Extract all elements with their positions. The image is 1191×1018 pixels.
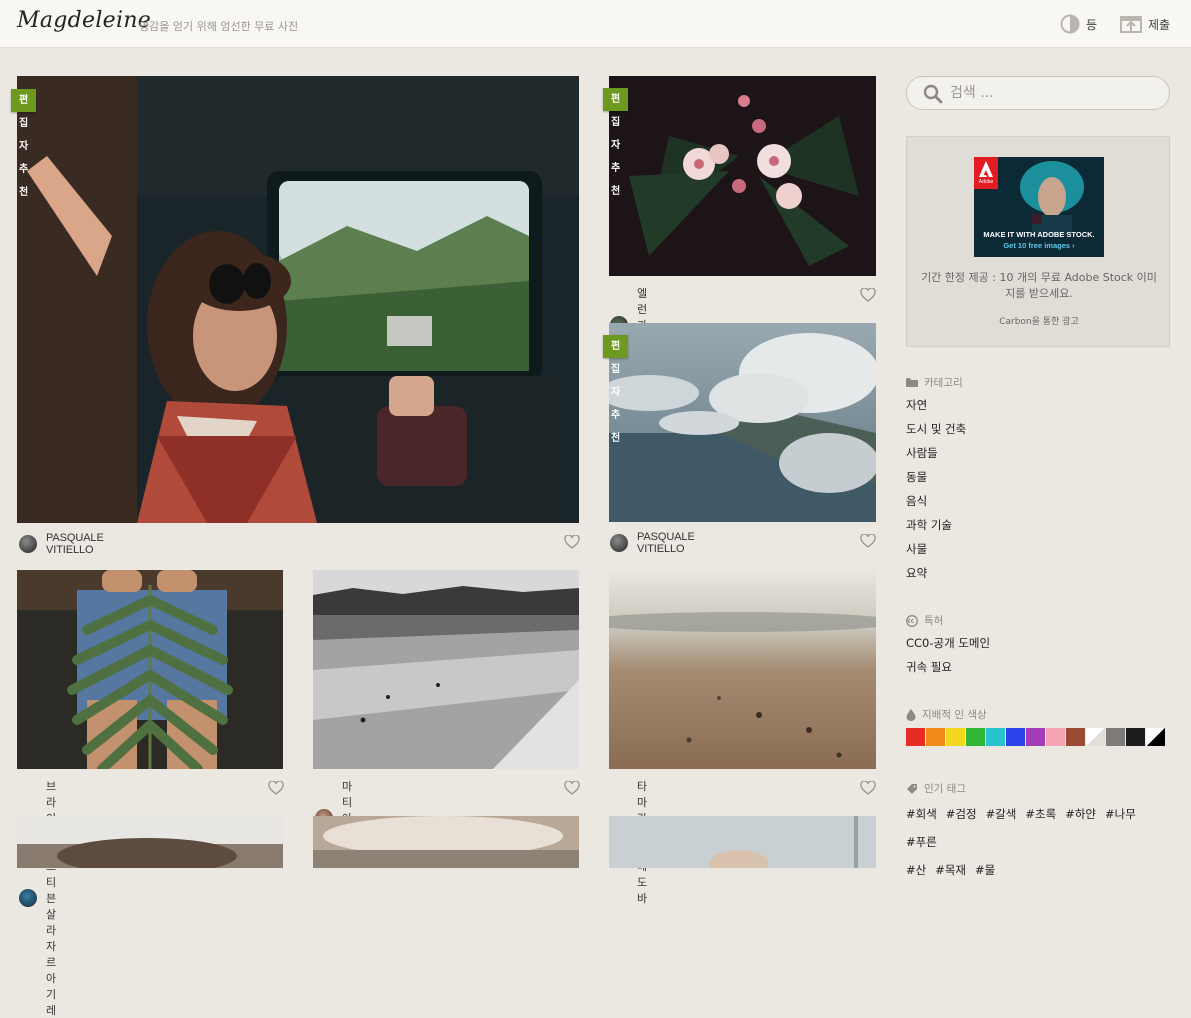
category-item[interactable]: 과학 기술 <box>906 513 966 537</box>
search-box[interactable] <box>906 76 1170 110</box>
search-input[interactable] <box>950 83 1150 103</box>
photo-woman-in-car[interactable] <box>17 76 579 523</box>
upload-icon <box>1120 16 1142 33</box>
adobe-logo-icon <box>979 161 993 177</box>
color-swatch[interactable] <box>906 728 925 746</box>
tag-link[interactable]: #물 <box>975 863 995 877</box>
categories-title: 카테고리 <box>924 377 963 389</box>
color-swatch[interactable] <box>1086 728 1105 746</box>
heart-icon[interactable] <box>860 781 876 795</box>
license-list: CC0-공개 도메인 귀속 필요 <box>906 631 990 679</box>
heart-icon[interactable] <box>268 781 284 795</box>
colors-title: 지배적 인 색상 <box>922 709 987 721</box>
color-swatch[interactable] <box>1146 728 1165 746</box>
ad-via-carbon[interactable]: Carbon을 통한 광고 <box>907 314 1171 327</box>
avatar <box>610 534 628 552</box>
light-toggle-button[interactable]: 등 <box>1060 12 1097 36</box>
photo-flowers[interactable] <box>609 76 876 276</box>
category-item[interactable]: 사람들 <box>906 441 966 465</box>
license-title: 특허 <box>924 615 944 627</box>
photo-beach-bw[interactable] <box>313 570 579 769</box>
color-swatch[interactable] <box>1066 728 1085 746</box>
site-tagline: 영감을 얻기 위해 엄선한 무료 사진 <box>139 20 299 33</box>
tag-link[interactable]: #검정 <box>946 807 977 821</box>
tag-link[interactable]: #하얀 <box>1065 807 1096 821</box>
heart-icon[interactable] <box>860 534 876 548</box>
tags-title: 인기 태그 <box>924 783 966 795</box>
photo-sand-closeup[interactable] <box>609 570 876 769</box>
tag-icon <box>907 783 917 794</box>
heart-icon[interactable] <box>564 781 580 795</box>
color-swatches <box>906 728 1165 746</box>
editor-pick-badge: 편집자 추천 <box>11 89 37 198</box>
category-item[interactable]: 사물 <box>906 537 966 561</box>
submit-button[interactable]: 제출 <box>1120 12 1170 36</box>
heart-icon[interactable] <box>860 288 876 302</box>
photo-credit[interactable]: PASQUALE VITIELLO <box>19 532 104 556</box>
photo-clouds-aerial[interactable] <box>609 323 876 522</box>
color-swatch[interactable] <box>1046 728 1065 746</box>
photographer-name: 브라이언트 스티븐 살라자르 아기 레 <box>46 781 57 1017</box>
tag-link[interactable]: #목재 <box>935 863 966 877</box>
adobe-logo: Adobe <box>974 157 998 189</box>
ad-headline: MAKE IT WITH ADOBE STOCK. <box>983 230 1095 239</box>
color-swatch[interactable] <box>1106 728 1125 746</box>
top-header: Magdeleine 영감을 얻기 위해 엄선한 무료 사진 등 제출 <box>0 0 1191 48</box>
tags-heading: 인기 태그 <box>906 781 966 796</box>
license-item[interactable]: CC0-공개 도메인 <box>906 631 990 655</box>
editor-pick-badge: 편집자 추천 <box>603 88 629 197</box>
avatar <box>19 535 37 553</box>
color-swatch[interactable] <box>966 728 985 746</box>
ad-image[interactable]: Adobe MAKE IT WITH ADOBE STOCK. Get 10 f… <box>974 157 1104 257</box>
categories-list: 자연 도시 및 건축 사람들 동물 음식 과학 기술 사물 요약 <box>906 393 966 585</box>
colors-heading: 지배적 인 색상 <box>906 707 987 722</box>
tag-link[interactable]: #푸른 <box>906 835 937 849</box>
color-swatch[interactable] <box>926 728 945 746</box>
contrast-icon <box>1060 14 1080 34</box>
photo-credit[interactable]: PASQUALE VITIELLO <box>610 531 695 555</box>
photographer-name: PASQUALE VITIELLO <box>637 531 695 555</box>
license-heading: 특허 <box>906 613 943 628</box>
categories-heading: 카테고리 <box>906 375 963 390</box>
photo-partial[interactable] <box>313 816 579 868</box>
license-item[interactable]: 귀속 필요 <box>906 655 990 679</box>
site-logo[interactable]: Magdeleine <box>17 8 151 33</box>
photo-credit[interactable]: 브라이언트 스티븐 살라자르 아기 레 <box>19 778 56 1018</box>
cc-icon <box>906 614 918 627</box>
ad-cta[interactable]: Get 10 free images › <box>974 241 1104 250</box>
drop-icon <box>906 708 916 721</box>
avatar <box>19 889 37 907</box>
folder-icon <box>906 378 918 387</box>
category-item[interactable]: 도시 및 건축 <box>906 417 966 441</box>
adobe-logo-text: Adobe <box>978 179 994 185</box>
light-toggle-label: 등 <box>1086 17 1098 32</box>
color-swatch[interactable] <box>986 728 1005 746</box>
category-item[interactable]: 자연 <box>906 393 966 417</box>
search-icon <box>923 84 943 104</box>
category-item[interactable]: 요약 <box>906 561 966 585</box>
color-swatch[interactable] <box>1026 728 1045 746</box>
color-swatch[interactable] <box>1126 728 1145 746</box>
ad-text[interactable]: 기간 한정 제공 : 10 개의 무료 Adobe Stock 이미지를 받으세… <box>919 270 1159 302</box>
color-swatch[interactable] <box>1006 728 1025 746</box>
category-item[interactable]: 음식 <box>906 489 966 513</box>
photo-partial[interactable] <box>609 816 876 868</box>
editor-pick-badge: 편집자 추천 <box>603 335 629 444</box>
category-item[interactable]: 동물 <box>906 465 966 489</box>
photographer-name: PASQUALE VITIELLO <box>46 532 104 556</box>
tag-link[interactable]: #초록 <box>1025 807 1056 821</box>
tag-link[interactable]: #산 <box>906 863 926 877</box>
tag-link[interactable]: #나무 <box>1105 807 1136 821</box>
popular-tags: #회색 #검정 #갈색 #초록 #하얀 #나무 #푸른 #산 #목재 #물 <box>906 800 1176 884</box>
heart-icon[interactable] <box>564 535 580 549</box>
color-swatch[interactable] <box>946 728 965 746</box>
carbon-ad[interactable]: Adobe MAKE IT WITH ADOBE STOCK. Get 10 f… <box>906 136 1170 347</box>
submit-label: 제출 <box>1148 17 1171 32</box>
tag-link[interactable]: #갈색 <box>986 807 1017 821</box>
photo-fern-leaf[interactable] <box>17 570 283 769</box>
photo-partial[interactable] <box>17 816 283 868</box>
tag-link[interactable]: #회색 <box>906 807 937 821</box>
